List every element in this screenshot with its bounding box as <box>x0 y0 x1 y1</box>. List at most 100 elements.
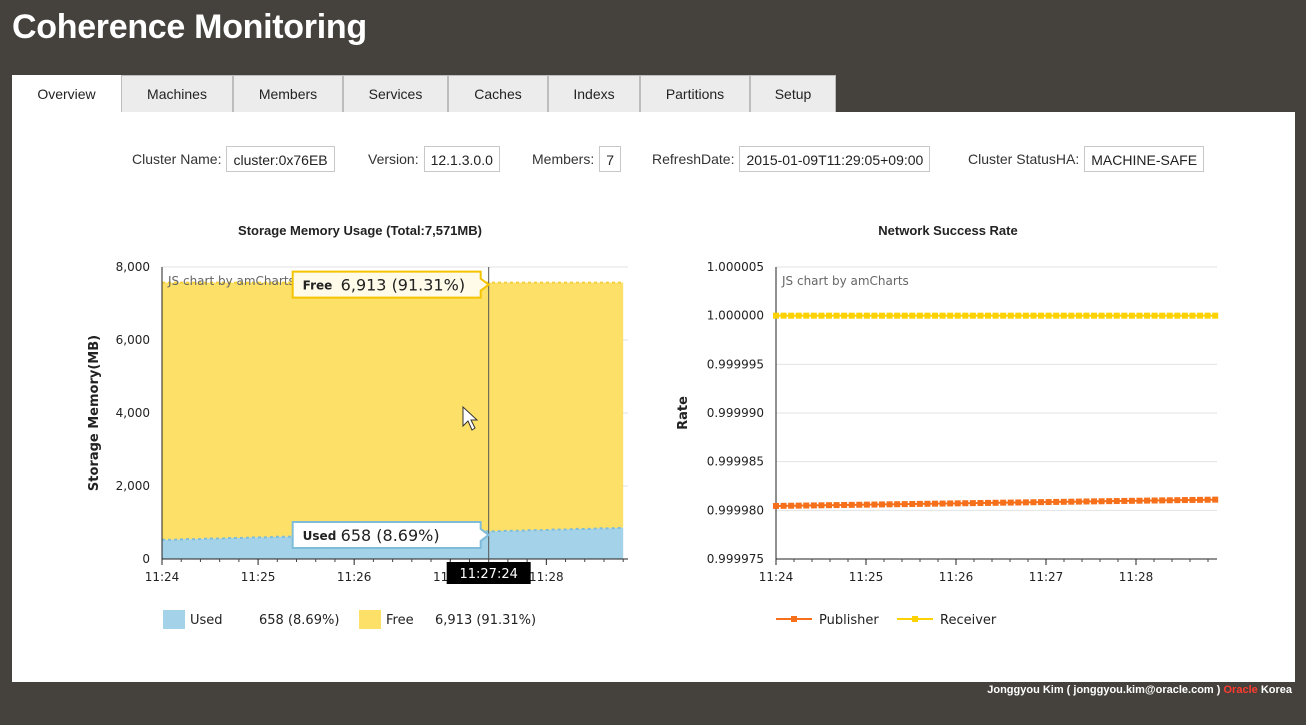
receiver-point <box>962 312 969 319</box>
net-x-tick-label: 11:27 <box>1029 570 1064 584</box>
receiver-point <box>1189 312 1196 319</box>
receiver-point <box>1098 312 1105 319</box>
legend-publisher-marker <box>791 616 797 622</box>
receiver-point <box>1000 312 1007 319</box>
publisher-point <box>1174 497 1181 504</box>
publisher-point <box>909 500 916 507</box>
publisher-point <box>969 500 976 507</box>
receiver-point <box>909 312 916 319</box>
receiver-point <box>871 312 878 319</box>
receiver-point <box>795 312 802 319</box>
publisher-point <box>901 501 908 508</box>
publisher-point <box>1212 496 1219 503</box>
receiver-point <box>1045 312 1052 319</box>
receiver-point <box>924 312 931 319</box>
publisher-point <box>1189 496 1196 503</box>
receiver-point <box>1053 312 1060 319</box>
publisher-point <box>977 500 984 507</box>
publisher-point <box>1197 496 1204 503</box>
publisher-point <box>954 500 961 507</box>
publisher-point <box>795 502 802 509</box>
net-y-tick-label: 1.000005 <box>707 260 764 274</box>
receiver-point <box>863 312 870 319</box>
publisher-point <box>1000 499 1007 506</box>
receiver-point <box>1113 312 1120 319</box>
net-y-tick-label: 0.999990 <box>707 406 764 420</box>
receiver-point <box>833 312 840 319</box>
receiver-point <box>894 312 901 319</box>
net-y-tick-label: 1.000000 <box>707 309 764 323</box>
publisher-point <box>826 502 833 509</box>
receiver-point <box>985 312 992 319</box>
publisher-point <box>1038 499 1045 506</box>
footer-brand: Oracle <box>1223 684 1258 696</box>
mem-chart-credit: JS chart by amCharts <box>167 274 295 288</box>
publisher-point <box>932 500 939 507</box>
publisher-point <box>1121 497 1128 504</box>
receiver-point <box>1204 312 1211 319</box>
publisher-point <box>1144 497 1151 504</box>
receiver-point <box>1212 312 1219 319</box>
publisher-point <box>1106 498 1113 505</box>
receiver-point <box>803 312 810 319</box>
net-x-tick-label: 11:28 <box>1119 570 1154 584</box>
mem-x-tick-label: 11:28 <box>529 570 564 584</box>
receiver-point <box>773 312 779 319</box>
mem-cursor-time: 11:27:24 <box>459 567 517 582</box>
legend-used-swatch <box>163 610 185 629</box>
publisher-point <box>1060 498 1067 505</box>
receiver-point <box>947 312 954 319</box>
publisher-point <box>871 501 878 508</box>
net-y-tick-label: 0.999980 <box>707 503 764 517</box>
publisher-point <box>886 501 893 508</box>
mem-y-tick-label: 6,000 <box>116 333 150 347</box>
publisher-point <box>856 501 863 508</box>
publisher-point <box>1045 499 1052 506</box>
publisher-point <box>947 500 954 507</box>
publisher-point <box>962 500 969 507</box>
publisher-point <box>879 501 886 508</box>
publisher-point <box>1151 497 1158 504</box>
mem-x-tick-label: 11:25 <box>241 570 276 584</box>
used-balloon-value: 658 (8.69%) <box>341 526 440 545</box>
publisher-point <box>1128 497 1135 504</box>
publisher-point <box>803 502 810 509</box>
legend-publisher-name: Publisher <box>819 613 879 628</box>
publisher-point <box>1136 497 1143 504</box>
receiver-point <box>1106 312 1113 319</box>
footer-author: Jonggyou Kim ( jonggyou.kim@oracle.com ) <box>987 684 1221 696</box>
receiver-point <box>856 312 863 319</box>
publisher-point <box>1204 496 1211 503</box>
publisher-point <box>818 502 825 509</box>
free-area[interactable] <box>162 282 624 540</box>
publisher-point <box>863 501 870 508</box>
legend-receiver-name: Receiver <box>940 613 997 628</box>
receiver-point <box>1136 312 1143 319</box>
used-balloon-name: Used <box>303 529 337 543</box>
receiver-point <box>886 312 893 319</box>
publisher-point <box>788 502 795 509</box>
receiver-point <box>810 312 817 319</box>
receiver-point <box>1030 312 1037 319</box>
receiver-point <box>1060 312 1067 319</box>
receiver-point <box>992 312 999 319</box>
footer-credit: Jonggyou Kim ( jonggyou.kim@oracle.com )… <box>987 684 1292 696</box>
receiver-point <box>939 312 946 319</box>
mem-y-tick-label: 2,000 <box>116 479 150 493</box>
storage-memory-chart[interactable]: 0 2,000 4,000 6,000 8,000 11:24 11:25 11:26 11:2… <box>0 0 1306 725</box>
mem-x-tick-label: 11:24 <box>145 570 180 584</box>
footer-suffix: Korea <box>1260 684 1292 696</box>
receiver-point <box>954 312 961 319</box>
publisher-point <box>1181 497 1188 504</box>
publisher-point <box>1098 498 1105 505</box>
mem-y-tick-label: 0 <box>142 552 150 566</box>
publisher-point <box>1015 499 1022 506</box>
receiver-point <box>788 312 795 319</box>
receiver-point <box>1007 312 1014 319</box>
publisher-point <box>1113 498 1120 505</box>
receiver-point <box>1075 312 1082 319</box>
publisher-point <box>985 499 992 506</box>
receiver-point <box>1166 312 1173 319</box>
receiver-point <box>1068 312 1075 319</box>
publisher-point <box>810 502 817 509</box>
